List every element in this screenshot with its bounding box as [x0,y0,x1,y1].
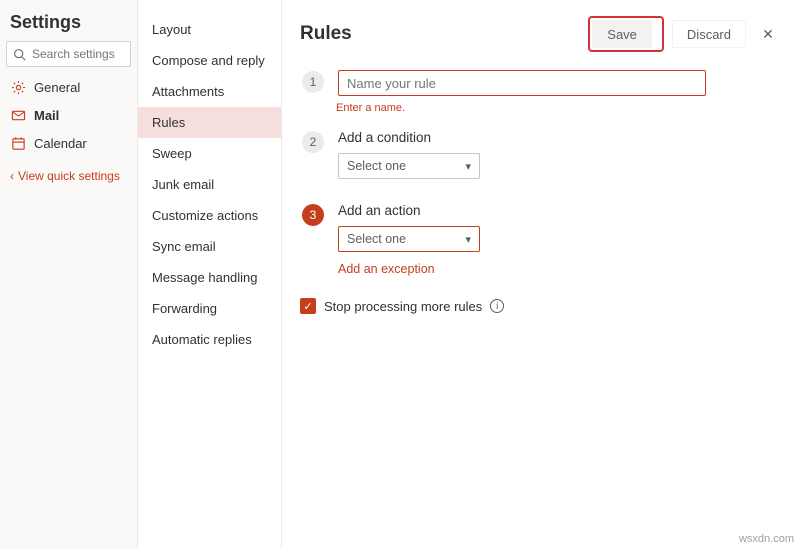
subnav-forwarding[interactable]: Forwarding [138,293,281,324]
calendar-icon [10,135,26,151]
subnav-rules[interactable]: Rules [138,107,281,138]
step-3-title: Add an action [338,203,782,218]
sidebar-item-general[interactable]: General [0,73,137,101]
stop-processing-label: Stop processing more rules [324,299,482,314]
chevron-down-icon: ▾ [465,233,471,246]
subnav-customize-actions[interactable]: Customize actions [138,200,281,231]
subnav-layout[interactable]: Layout [138,14,281,45]
save-button-highlight: Save [588,16,664,52]
close-icon[interactable]: ✕ [754,20,782,48]
subnav-compose-reply[interactable]: Compose and reply [138,45,281,76]
sidebar-item-calendar[interactable]: Calendar [0,129,137,157]
step-2-title: Add a condition [338,130,782,145]
sidebar-item-label: General [34,80,80,95]
subnav-sync-email[interactable]: Sync email [138,231,281,262]
rule-step-3: 3 Add an action Select one ▾ Add an exce… [300,203,782,276]
chevron-down-icon: ▾ [465,160,471,173]
mail-icon [10,107,26,123]
gear-icon [10,79,26,95]
search-icon [13,48,26,61]
step-badge-1: 1 [302,71,324,93]
info-icon[interactable]: i [490,299,504,313]
subnav-junk-email[interactable]: Junk email [138,169,281,200]
settings-title: Settings [0,10,137,41]
subnav-automatic-replies[interactable]: Automatic replies [138,324,281,355]
subnav-sweep[interactable]: Sweep [138,138,281,169]
discard-button[interactable]: Discard [672,20,746,48]
rule-name-input[interactable] [338,70,706,96]
sidebar-item-label: Mail [34,108,59,123]
subnav-message-handling[interactable]: Message handling [138,262,281,293]
subnav-attachments[interactable]: Attachments [138,76,281,107]
save-button[interactable]: Save [592,20,652,48]
settings-sidebar: Settings General Mail Calendar ‹ View [0,0,138,549]
stop-processing-checkbox[interactable]: ✓ [300,298,316,314]
watermark: wsxdn.com [739,533,794,545]
view-quick-settings-link[interactable]: ‹ View quick settings [0,157,137,195]
condition-select[interactable]: Select one ▾ [338,153,480,179]
mail-settings-subnav: Layout Compose and reply Attachments Rul… [138,0,282,549]
rule-step-2: 2 Add a condition Select one ▾ [300,130,782,179]
step-badge-2: 2 [302,131,324,153]
rule-step-1: 1 [300,70,782,96]
step-badge-3: 3 [302,204,324,226]
rules-editor-panel: Rules Save Discard ✕ 1 Enter a name. 2 A… [282,0,800,549]
stop-processing-row: ✓ Stop processing more rules i [300,298,782,314]
search-settings-field[interactable] [6,41,131,67]
rule-name-error: Enter a name. [336,102,782,114]
add-exception-link[interactable]: Add an exception [338,262,782,276]
panel-title: Rules [300,23,588,45]
sidebar-item-mail[interactable]: Mail [0,101,137,129]
action-select[interactable]: Select one ▾ [338,226,480,252]
search-settings-input[interactable] [32,47,124,61]
sidebar-item-label: Calendar [34,136,87,151]
chevron-left-icon: ‹ [10,169,14,183]
